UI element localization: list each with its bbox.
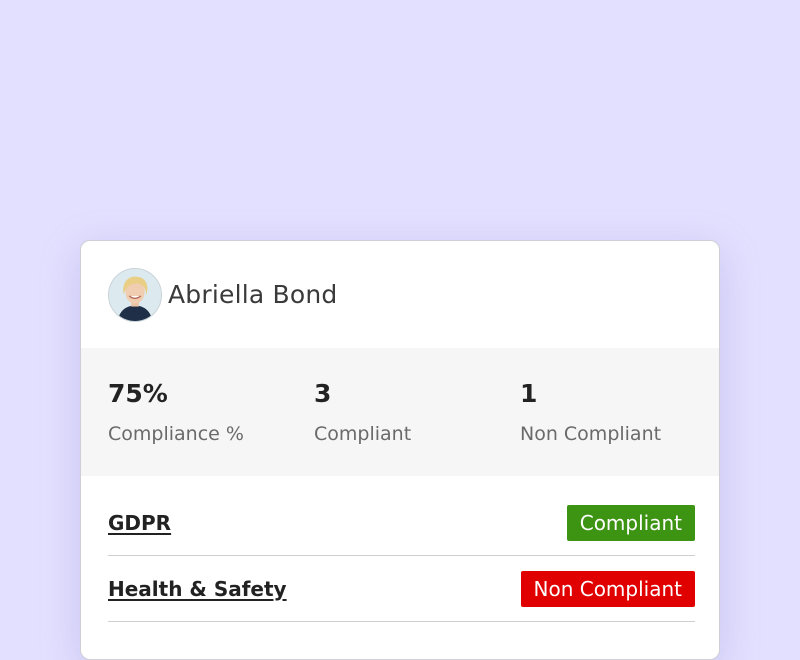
compliance-card: Abriella Bond 75% Compliance % 3 Complia… — [80, 240, 720, 660]
status-badge: Compliant — [566, 504, 695, 541]
stat-value: 1 — [520, 379, 538, 408]
policy-list: GDPR Compliant Health & Safety Non Compl… — [81, 476, 719, 622]
card-header: Abriella Bond — [81, 241, 719, 348]
status-badge: Non Compliant — [520, 570, 695, 607]
stat-compliance-percent: 75% Compliance % — [108, 378, 244, 446]
policy-link-gdpr[interactable]: GDPR — [108, 511, 171, 535]
user-name: Abriella Bond — [168, 280, 338, 309]
avatar — [108, 267, 162, 322]
stat-label: Compliance % — [108, 423, 244, 445]
stat-value: 3 — [314, 379, 332, 408]
policy-link-health-safety[interactable]: Health & Safety — [108, 577, 287, 601]
stat-non-compliant: 1 Non Compliant — [520, 378, 661, 446]
stat-label: Non Compliant — [520, 423, 662, 445]
stat-label: Compliant — [314, 423, 412, 445]
stat-value: 75% — [108, 379, 168, 408]
list-item: Health & Safety Non Compliant — [108, 556, 695, 622]
stat-compliant: 3 Compliant — [314, 378, 411, 446]
avatar-image — [109, 268, 161, 321]
stats-panel: 75% Compliance % 3 Compliant 1 Non Compl… — [81, 348, 719, 476]
list-item: GDPR Compliant — [108, 476, 695, 556]
